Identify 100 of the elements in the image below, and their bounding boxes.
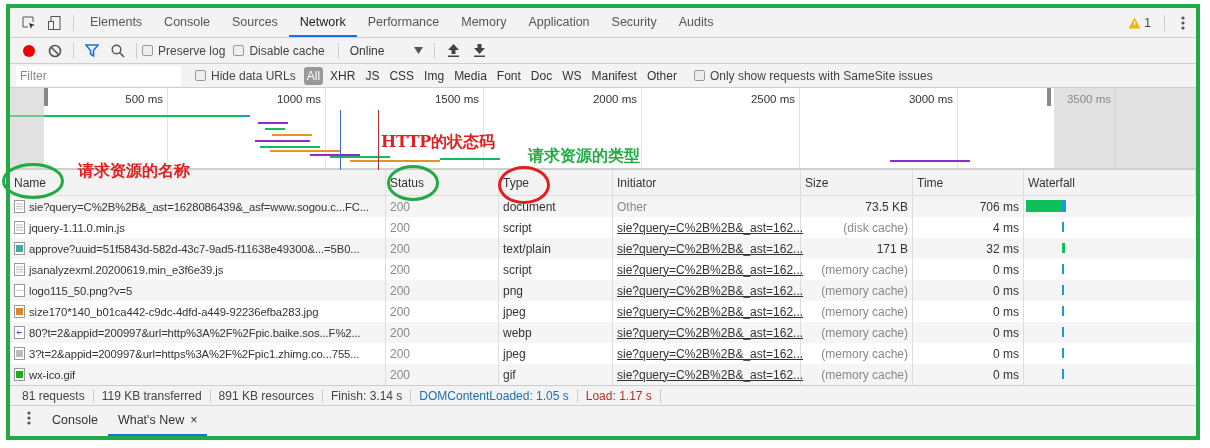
timeline-tick-label: 1500 ms [434, 93, 479, 105]
filter-input[interactable]: Filter [16, 65, 181, 86]
annotation-label: 请求资源的类型 [528, 146, 640, 167]
panel-tab[interactable]: Performance [356, 8, 451, 37]
dom-loaded-line [340, 110, 341, 170]
more-menu-icon[interactable] [1181, 15, 1185, 30]
type-filter-button[interactable]: Doc [527, 66, 556, 85]
record-button[interactable] [22, 43, 36, 58]
column-header[interactable]: Status [386, 170, 499, 195]
request-name[interactable]: approve?uuid=51f5843d-582d-43c7-9ad5-f11638e49300&...=5B0... [29, 242, 360, 255]
column-header[interactable]: Type [499, 170, 613, 195]
column-header[interactable]: Waterfall [1024, 170, 1196, 195]
timeline-tick-label: 2500 ms [750, 93, 795, 105]
samesite-checkbox[interactable]: Only show requests with SameSite issues [693, 68, 933, 83]
image-file-icon [14, 326, 25, 339]
type-filter-button[interactable]: Img [421, 66, 448, 85]
download-icon[interactable] [473, 44, 485, 57]
range-handle[interactable] [1047, 88, 1051, 106]
device-toolbar-icon[interactable] [47, 14, 63, 31]
resource-type: webp [503, 325, 532, 340]
panel-tab[interactable]: Security [600, 8, 668, 37]
timeline-bar [260, 146, 320, 148]
status-code: 200 [390, 304, 411, 319]
summary-text: Load: 1.17 s [577, 388, 661, 403]
summary-text: DOMContentLoaded: 1.05 s [411, 388, 578, 403]
initiator-text: Other [617, 199, 647, 214]
column-header[interactable]: Initiator [613, 170, 801, 195]
size-text: (disk cache) [843, 220, 908, 235]
column-header[interactable]: Size [801, 170, 913, 195]
file-icon [14, 284, 25, 297]
disable-cache-checkbox[interactable]: Disable cache [233, 43, 325, 58]
summary-text: 891 KB resources [210, 388, 323, 403]
type-filter-button[interactable]: Other [643, 66, 680, 85]
filter-icon[interactable] [85, 44, 99, 57]
load-line [378, 110, 379, 170]
request-name[interactable]: jsanalyzexml.20200619.min_e3f6e39.js [29, 263, 224, 276]
image-file-icon [14, 368, 25, 381]
type-filter-button[interactable]: XHR [327, 66, 359, 85]
resource-type: jpeg [503, 346, 526, 361]
request-name[interactable]: sie?query=C%2B%2B&_ast=1628086439&_asf=www.sogou.c...FC... [29, 200, 369, 213]
status-code: 200 [390, 325, 411, 340]
initiator-link[interactable]: sie?query=C%2B%2B&_ast=162... [617, 283, 804, 298]
drawer-tab[interactable]: Console [42, 406, 108, 436]
type-filter-button[interactable]: CSS [386, 66, 418, 85]
close-icon[interactable]: × [190, 413, 198, 427]
request-name[interactable]: 80?t=2&appid=200997&url=http%3A%2F%2Fpic.baike.sos...F%2... [29, 326, 361, 339]
clear-icon[interactable] [48, 43, 62, 58]
more-menu-icon[interactable] [27, 411, 31, 425]
column-header[interactable]: Time [913, 170, 1024, 195]
preserve-log-checkbox[interactable]: Preserve log [142, 43, 226, 58]
status-code: 200 [390, 199, 411, 214]
panel-tab[interactable]: Elements [79, 8, 154, 37]
initiator-link[interactable]: sie?query=C%2B%2B&_ast=162... [617, 262, 804, 277]
request-name[interactable]: size170*140_b01ca442-c9dc-4dfd-a449-92236efba283.jpg [29, 305, 319, 318]
initiator-link[interactable]: sie?query=C%2B%2B&_ast=162... [617, 304, 804, 319]
image-file-icon [14, 242, 25, 255]
time-text: 0 ms [993, 367, 1019, 382]
time-text: 0 ms [993, 262, 1019, 277]
status-code: 200 [390, 241, 411, 256]
type-filter-button[interactable]: JS [362, 66, 383, 85]
panel-tab[interactable]: Memory [450, 8, 518, 37]
type-filter-button[interactable]: Media [451, 66, 490, 85]
panel-tab[interactable]: Console [153, 8, 221, 37]
timeline-bar [258, 122, 288, 124]
resource-type: text/plain [503, 241, 552, 256]
search-icon[interactable] [111, 43, 125, 58]
time-text: 0 ms [993, 325, 1019, 340]
inspect-element-icon[interactable] [21, 14, 37, 31]
drawer-tab[interactable]: What's New × [107, 406, 208, 436]
file-icon [14, 200, 25, 213]
type-filter-button[interactable]: WS [559, 66, 585, 85]
warning-icon [1128, 16, 1142, 29]
initiator-link[interactable]: sie?query=C%2B%2B&_ast=162... [617, 241, 804, 256]
throttling-dropdown[interactable]: Online [343, 43, 430, 58]
resource-type: gif [503, 367, 516, 382]
warning-count[interactable]: 1 [1144, 15, 1151, 30]
upload-icon[interactable] [447, 44, 459, 57]
request-name[interactable]: 3?t=2&appid=200997&url=https%3A%2F%2Fpic1.zhimg.co...755... [29, 347, 360, 360]
initiator-link[interactable]: sie?query=C%2B%2B&_ast=162... [617, 346, 804, 361]
timeline-bar [255, 140, 310, 142]
time-text: 0 ms [993, 304, 1019, 319]
resource-type: jpeg [503, 304, 526, 319]
panel-tab[interactable]: Audits [667, 8, 725, 37]
size-text: (memory cache) [821, 325, 908, 340]
request-name[interactable]: jquery-1.11.0.min.js [29, 221, 125, 234]
range-handle[interactable] [44, 88, 48, 106]
size-text: 171 B [876, 241, 908, 256]
request-name[interactable]: wx-ico.gif [29, 368, 76, 381]
initiator-link[interactable]: sie?query=C%2B%2B&_ast=162... [617, 220, 804, 235]
initiator-link[interactable]: sie?query=C%2B%2B&_ast=162... [617, 367, 804, 382]
size-text: (memory cache) [821, 346, 908, 361]
type-filter-button[interactable]: Font [493, 66, 524, 85]
request-name[interactable]: logo115_50.png?v=5 [29, 284, 133, 297]
panel-tab[interactable]: Application [517, 8, 601, 37]
type-filter-button[interactable]: Manifest [588, 66, 640, 85]
hide-data-urls-checkbox[interactable]: Hide data URLs [195, 68, 296, 83]
panel-tab[interactable]: Sources [221, 8, 289, 37]
timeline-bar [270, 150, 340, 152]
initiator-link[interactable]: sie?query=C%2B%2B&_ast=162... [617, 325, 804, 340]
resource-type: png [503, 283, 524, 298]
